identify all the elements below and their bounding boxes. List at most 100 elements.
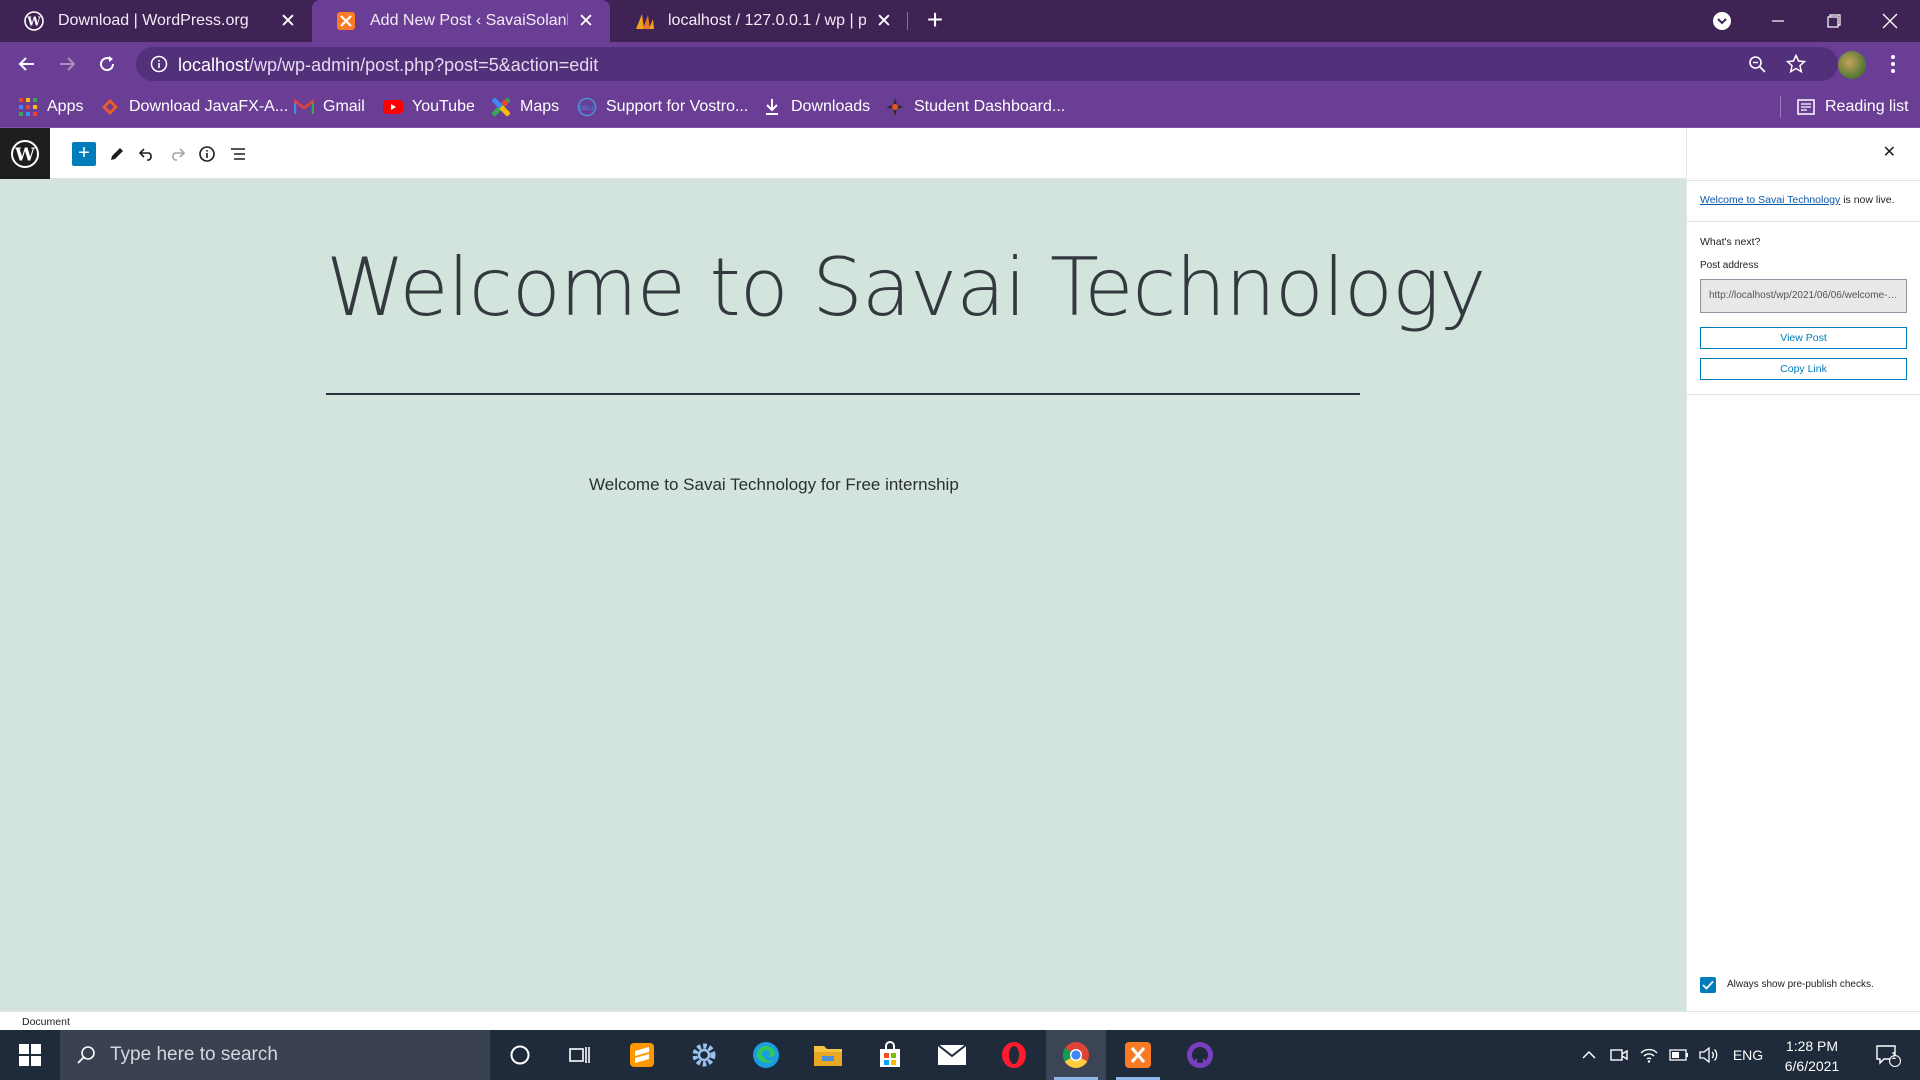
redo-icon (172, 148, 185, 161)
meet-now-button[interactable] (1606, 1030, 1632, 1080)
student-dashboard-icon (885, 97, 905, 117)
github-icon (1187, 1042, 1213, 1068)
wifi-icon (1640, 1048, 1658, 1063)
download-icon (762, 97, 782, 117)
bookmark-student-dashboard[interactable]: Student Dashboard... (885, 86, 1065, 128)
wordpress-logo-icon: W (11, 139, 39, 168)
tab-phpmyadmin[interactable]: localhost / 127.0.0.1 / wp | phpM ✕ (610, 0, 908, 42)
opera-app[interactable] (984, 1030, 1044, 1080)
dell-icon: DELL (577, 97, 597, 117)
tab-add-new-post[interactable]: Add New Post ‹ SavaiSolanki — W ✕ (312, 0, 610, 42)
bookmark-youtube[interactable]: YouTube (383, 86, 475, 128)
bookmark-gmail[interactable]: Gmail (294, 86, 365, 128)
tools-button[interactable] (105, 142, 129, 166)
list-view-button[interactable] (226, 142, 250, 166)
network-button[interactable] (1636, 1030, 1662, 1080)
bookmarks-bar: Apps Download JavaFX-A... Gmail YouTube … (0, 86, 1920, 128)
address-bar[interactable]: localhost/wp/wp-admin/post.php?post=5&ac… (136, 47, 1838, 81)
chrome-app[interactable] (1046, 1030, 1106, 1080)
close-window-button[interactable] (1862, 0, 1918, 42)
bookmark-apps[interactable]: Apps (18, 86, 83, 128)
bookmark-javafx[interactable]: Download JavaFX-A... (100, 86, 288, 128)
site-info-icon[interactable] (150, 55, 168, 78)
clock-date: 6/6/2021 (1784, 1058, 1840, 1074)
star-icon[interactable] (1785, 53, 1807, 79)
edge-app[interactable] (736, 1030, 796, 1080)
tab-wordpress-download[interactable]: W Download | WordPress.org ✕ (0, 0, 312, 42)
language-indicator[interactable]: ENG (1728, 1030, 1768, 1080)
cortana-button[interactable] (490, 1030, 550, 1080)
close-panel-button[interactable]: ✕ (1883, 142, 1896, 162)
post-address-field[interactable]: http://localhost/wp/2021/06/06/welcome-t… (1700, 279, 1907, 313)
add-block-button[interactable]: + (72, 142, 96, 166)
start-button[interactable] (0, 1030, 60, 1080)
microsoft-store-app[interactable] (860, 1030, 920, 1080)
zoom-icon[interactable] (1748, 55, 1766, 78)
wordpress-logo-button[interactable]: W (0, 128, 50, 179)
bookmark-maps[interactable]: Maps (491, 86, 559, 128)
task-view-icon (569, 1047, 590, 1063)
search-placeholder: Type here to search (110, 1044, 278, 1065)
svg-text:W: W (26, 15, 41, 29)
action-center-button[interactable]: 1 (1866, 1030, 1910, 1080)
file-explorer-app[interactable] (798, 1030, 858, 1080)
taskbar-clock[interactable]: 1:28 PM 6/6/2021 (1770, 1036, 1854, 1076)
post-address-label: Post address (1700, 260, 1759, 271)
tab-close-icon[interactable]: ✕ (278, 10, 298, 33)
browser-toolbar: localhost/wp/wp-admin/post.php?post=5&ac… (0, 42, 1920, 86)
xampp-icon (336, 11, 356, 31)
undo-button[interactable] (135, 142, 159, 166)
tab-close-icon[interactable]: ✕ (576, 10, 596, 33)
reading-list-label: Reading list (1825, 98, 1909, 115)
reading-list-button[interactable]: Reading list (1796, 86, 1909, 128)
browser-menu-button[interactable] (1878, 49, 1908, 79)
editor-header: W + (0, 128, 1920, 179)
redo-button[interactable] (165, 142, 189, 166)
post-link[interactable]: Welcome to Savai Technology (1700, 194, 1840, 206)
view-post-button[interactable]: View Post (1700, 327, 1907, 349)
video-camera-icon (1610, 1049, 1628, 1061)
new-tab-button[interactable]: + (922, 6, 948, 35)
sublime-text-app[interactable] (612, 1030, 672, 1080)
profile-avatar[interactable] (1838, 51, 1866, 79)
details-button[interactable] (195, 142, 219, 166)
paragraph-block[interactable]: Welcome to Savai Technology for Free int… (589, 475, 959, 495)
settings-app[interactable] (674, 1030, 734, 1080)
youtube-icon (383, 97, 403, 117)
edge-icon (753, 1042, 779, 1068)
post-title[interactable]: Welcome to Savai Technology (326, 241, 1486, 334)
show-hidden-icons-button[interactable] (1576, 1030, 1602, 1080)
forward-button[interactable] (52, 49, 82, 79)
block-breadcrumb[interactable]: Document (22, 1016, 70, 1028)
always-show-checkbox[interactable] (1700, 977, 1716, 993)
minimize-button[interactable] (1750, 0, 1806, 42)
back-button[interactable] (12, 49, 42, 79)
mail-app[interactable] (922, 1030, 982, 1080)
post-publish-panel: ✕ Welcome to Savai Technology is now liv… (1686, 128, 1920, 1011)
restore-button[interactable] (1806, 0, 1862, 42)
bookmark-downloads[interactable]: Downloads (762, 86, 870, 128)
editor-footer: Document (0, 1011, 1920, 1030)
pencil-icon (111, 148, 123, 160)
reload-button[interactable] (92, 49, 122, 79)
always-show-label: Always show pre-publish checks. (1727, 979, 1874, 990)
chevron-up-icon (1582, 1050, 1596, 1059)
tab-close-icon[interactable]: ✕ (874, 10, 894, 33)
wordpress-icon: W (24, 11, 44, 31)
panel-divider (1687, 180, 1920, 181)
volume-button[interactable] (1696, 1030, 1722, 1080)
github-desktop-app[interactable] (1170, 1030, 1230, 1080)
bookmark-support-vostro[interactable]: DELL Support for Vostro... (577, 86, 748, 128)
taskbar-search-box[interactable]: Type here to search (60, 1030, 490, 1080)
tab-search-button[interactable] (1694, 0, 1750, 42)
copy-link-button[interactable]: Copy Link (1700, 358, 1907, 380)
info-icon (199, 146, 215, 162)
bookmark-label: Support for Vostro... (606, 98, 749, 115)
task-view-button[interactable] (550, 1030, 610, 1080)
xampp-app[interactable] (1108, 1030, 1168, 1080)
apps-grid-icon (18, 97, 38, 117)
battery-button[interactable] (1666, 1030, 1692, 1080)
whats-next-heading: What's next? (1700, 236, 1761, 248)
opera-icon (1002, 1042, 1026, 1068)
list-view-icon (231, 148, 245, 160)
